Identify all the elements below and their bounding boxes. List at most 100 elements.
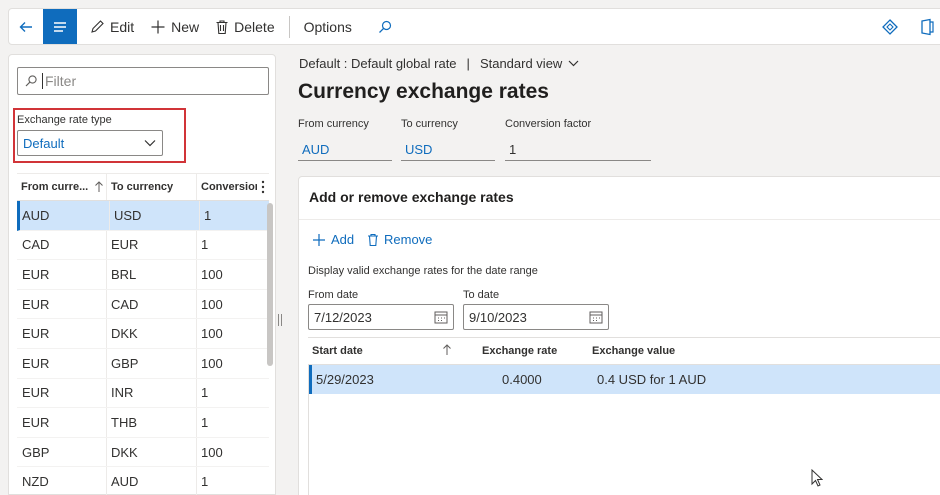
search-icon bbox=[25, 75, 37, 87]
column-header-label: From curre... bbox=[21, 181, 89, 193]
from-currency-field: From currency AUD bbox=[298, 118, 392, 161]
cell-from: GBP bbox=[17, 437, 107, 467]
conversion-factor-field: Conversion factor 1 bbox=[505, 118, 651, 161]
filter-placeholder: Filter bbox=[45, 73, 77, 89]
power-apps-button[interactable] bbox=[881, 8, 899, 45]
table-row[interactable]: EUR CAD 100 bbox=[17, 289, 269, 320]
cell-to: THB bbox=[107, 408, 197, 437]
grid-header: Start date Exchange rate Exchange value bbox=[308, 337, 940, 365]
exchange-rates-grid: Start date Exchange rate Exchange value … bbox=[308, 337, 940, 495]
cell-conversion: 100 bbox=[201, 444, 223, 460]
cell-to: DKK bbox=[107, 437, 197, 467]
grid-header: From curre... To currency Conversion bbox=[17, 173, 269, 201]
table-row[interactable]: GBP DKK 100 bbox=[17, 437, 269, 468]
view-selector[interactable]: Standard view bbox=[480, 56, 579, 71]
conversion-factor-label: Conversion factor bbox=[505, 118, 592, 130]
cell-from: EUR bbox=[17, 260, 107, 289]
cell-exchange-value: 0.4 USD for 1 AUD bbox=[597, 372, 707, 387]
date-range-hint: Display valid exchange rates for the dat… bbox=[308, 265, 538, 277]
to-date-input[interactable]: 9/10/2023 bbox=[463, 304, 609, 330]
to-currency-field: To currency USD bbox=[401, 118, 495, 161]
column-header-from[interactable]: From curre... bbox=[17, 174, 107, 200]
trash-icon bbox=[216, 19, 228, 34]
cell-conversion: 1 bbox=[204, 207, 212, 223]
conversion-factor-input[interactable]: 1 bbox=[505, 139, 651, 161]
plus-icon bbox=[151, 20, 165, 33]
cell-from: AUD bbox=[20, 201, 110, 230]
remove-button[interactable]: Remove bbox=[367, 232, 432, 247]
from-date-input[interactable]: 7/12/2023 bbox=[308, 304, 454, 330]
cell-to: GBP bbox=[107, 348, 197, 378]
cell-from: EUR bbox=[17, 378, 107, 408]
card-title: Add or remove exchange rates bbox=[309, 189, 514, 205]
delete-button[interactable]: Delete bbox=[207, 9, 282, 44]
table-row[interactable]: CAD EUR 1 bbox=[17, 230, 269, 261]
rate-type-select[interactable]: Default bbox=[17, 130, 163, 156]
cell-to: BRL bbox=[107, 260, 197, 289]
menu-icon bbox=[54, 21, 66, 32]
more-options-icon[interactable] bbox=[257, 180, 269, 194]
column-header-start-date[interactable]: Start date bbox=[308, 345, 442, 357]
toolbar-divider bbox=[288, 15, 290, 38]
cell-from: CAD bbox=[17, 230, 107, 260]
cell-conversion: 1 bbox=[201, 414, 209, 430]
cell-conversion: 100 bbox=[201, 296, 223, 312]
to-currency-value[interactable]: USD bbox=[401, 139, 495, 161]
table-row[interactable]: EUR DKK 100 bbox=[17, 319, 269, 349]
cell-from: EUR bbox=[17, 408, 107, 437]
menu-button[interactable] bbox=[43, 9, 77, 44]
back-button[interactable] bbox=[9, 9, 43, 44]
column-header-to[interactable]: To currency bbox=[107, 174, 197, 200]
chevron-down-icon bbox=[144, 140, 156, 147]
cell-conversion: 100 bbox=[201, 326, 223, 342]
from-date-value: 7/12/2023 bbox=[314, 309, 372, 325]
search-button[interactable] bbox=[368, 19, 402, 35]
arrow-left-icon bbox=[19, 21, 32, 32]
table-row[interactable]: AUD USD 1 bbox=[17, 201, 269, 231]
action-toolbar: Edit New Delete Options bbox=[8, 8, 940, 45]
plus-icon bbox=[313, 233, 325, 246]
cell-to: INR bbox=[107, 378, 197, 408]
cell-from: EUR bbox=[17, 319, 107, 348]
filter-input[interactable]: Filter bbox=[17, 67, 269, 95]
sort-arrow-up-icon bbox=[95, 181, 104, 192]
from-date-label: From date bbox=[308, 289, 359, 301]
cell-conversion: 100 bbox=[201, 355, 223, 371]
currency-pairs-grid: From curre... To currency Conversion AUD… bbox=[17, 173, 269, 495]
office-button[interactable] bbox=[920, 8, 934, 45]
trash-icon bbox=[368, 233, 378, 246]
cell-from: NZD bbox=[17, 467, 107, 495]
table-row[interactable]: EUR INR 1 bbox=[17, 378, 269, 409]
table-row[interactable]: EUR THB 1 bbox=[17, 408, 269, 438]
options-tab[interactable]: Options bbox=[296, 19, 360, 35]
column-header-exchange-rate[interactable]: Exchange rate bbox=[482, 345, 592, 357]
cell-to: CAD bbox=[107, 289, 197, 319]
table-row[interactable]: EUR GBP 100 bbox=[17, 348, 269, 379]
calendar-icon[interactable] bbox=[589, 310, 603, 324]
column-header-exchange-value[interactable]: Exchange value bbox=[592, 345, 792, 357]
remove-label: Remove bbox=[384, 232, 433, 247]
new-button[interactable]: New bbox=[142, 9, 207, 44]
add-button[interactable]: Add bbox=[312, 232, 354, 247]
edit-label: Edit bbox=[110, 18, 135, 35]
table-row[interactable]: EUR BRL 100 bbox=[17, 260, 269, 290]
cell-to: USD bbox=[110, 201, 200, 230]
chevron-down-icon bbox=[568, 60, 579, 67]
to-date-value: 9/10/2023 bbox=[469, 309, 527, 325]
cell-conversion: 1 bbox=[201, 474, 209, 490]
grid-scrollbar[interactable] bbox=[267, 203, 273, 366]
breadcrumb: Default : Default global rate | Standard… bbox=[299, 56, 579, 71]
column-header-label: Start date bbox=[312, 345, 363, 357]
table-row[interactable]: 5/29/2023 0.4000 0.4 USD for 1 AUD bbox=[309, 365, 940, 394]
cell-to: AUD bbox=[107, 467, 197, 495]
edit-button[interactable]: Edit bbox=[81, 9, 142, 44]
column-header-conversion[interactable]: Conversion bbox=[197, 174, 257, 200]
from-currency-value[interactable]: AUD bbox=[298, 139, 392, 161]
cell-conversion: 100 bbox=[201, 266, 223, 282]
cell-exchange-rate: 0.4000 bbox=[502, 372, 542, 387]
pane-splitter-handle[interactable] bbox=[278, 314, 282, 326]
sort-arrow-up-icon bbox=[442, 343, 482, 359]
table-row[interactable]: NZD AUD 1 bbox=[17, 467, 269, 495]
calendar-icon[interactable] bbox=[434, 310, 448, 324]
to-currency-label: To currency bbox=[401, 118, 458, 130]
